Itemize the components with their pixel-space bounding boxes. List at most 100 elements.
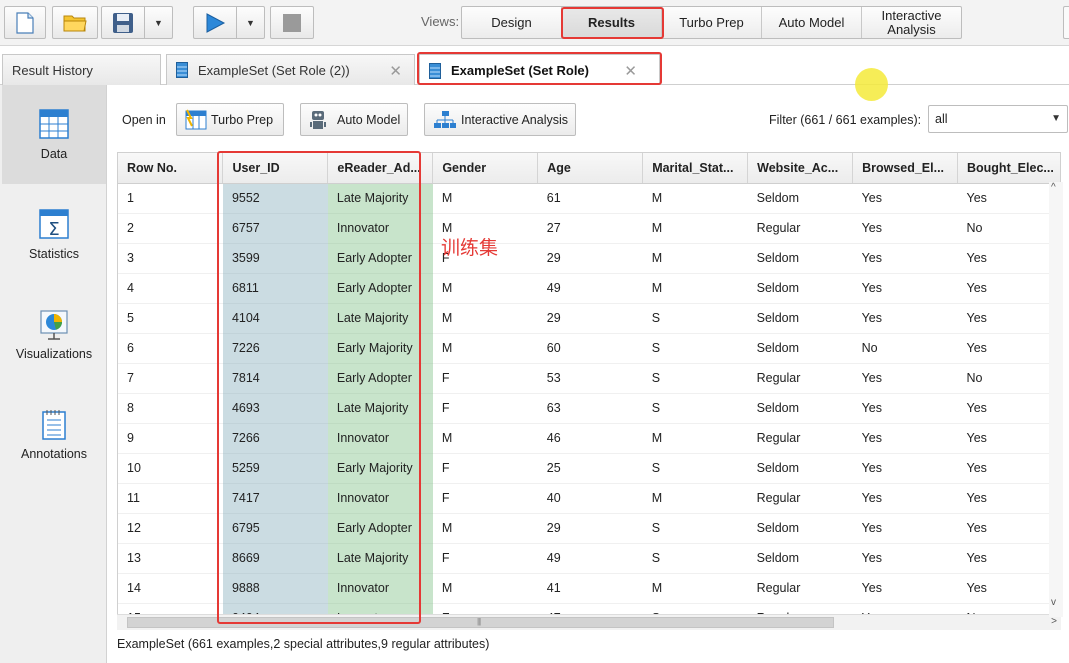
sidebar-item-visualizations[interactable]: Visualizations	[2, 285, 106, 384]
turbo-prep-icon	[185, 109, 207, 129]
table-cell: Yes	[957, 333, 1060, 364]
view-tab-results[interactable]: Results	[562, 7, 662, 38]
table-row[interactable]: 105259Early MajorityF25SSeldomYesYesYes	[118, 453, 1060, 484]
table-cell: Yes	[957, 273, 1060, 304]
table-row[interactable]: 138669Late MajorityF49SSeldomYesYesYes	[118, 543, 1060, 574]
sidebar-item-label: Data	[40, 147, 68, 161]
column-header[interactable]: Website_Ac...	[747, 153, 854, 184]
table-cell: 12	[118, 513, 223, 544]
table-cell: Yes	[852, 393, 958, 424]
tab-result-history[interactable]: Result History	[2, 54, 161, 85]
table-cell: Yes	[852, 573, 958, 604]
table-cell: 4	[118, 273, 223, 304]
table-cell: No	[957, 363, 1060, 394]
table-cell: Seldom	[747, 453, 853, 484]
play-icon	[206, 12, 226, 33]
view-tab-design[interactable]: Design	[462, 7, 562, 38]
run-process-button[interactable]	[193, 6, 237, 39]
views-label: Views:	[421, 14, 460, 29]
open-in-auto-model-button[interactable]: Auto Model	[300, 103, 408, 136]
table-cell: Innovator	[327, 483, 433, 514]
button-label: Auto Model	[337, 112, 401, 127]
table-row[interactable]: 67226Early MajorityM60SSeldomNoYesYes	[118, 333, 1060, 364]
table-cell: Seldom	[747, 513, 853, 544]
table-cell: Early Adopter	[327, 513, 433, 544]
new-process-button[interactable]	[4, 6, 46, 39]
table-cell: Yes	[957, 423, 1060, 454]
scrollbar-thumb[interactable]	[127, 617, 834, 628]
run-options-dropdown[interactable]: ▼	[237, 6, 265, 39]
table-cell: 2	[118, 213, 223, 244]
table-row[interactable]: 117417InnovatorF40MRegularYesYesNo	[118, 483, 1060, 514]
table-row[interactable]: 54104Late MajorityM29SSeldomYesYesYes	[118, 303, 1060, 334]
table-cell: 7226	[222, 333, 328, 364]
table-cell: Early Adopter	[327, 273, 433, 304]
table-row[interactable]: 26757InnovatorM27MRegularYesNoYes	[118, 213, 1060, 244]
table-cell: 8	[118, 393, 223, 424]
view-tab-auto-model[interactable]: Auto Model	[762, 7, 862, 38]
sidebar-item-annotations[interactable]: Annotations	[2, 385, 106, 484]
table-cell: F	[432, 543, 538, 574]
table-cell: Yes	[957, 303, 1060, 334]
table-cell: Late Majority	[327, 183, 433, 214]
horizontal-scrollbar[interactable]: ||| >	[117, 614, 1061, 630]
table-cell: 11	[118, 483, 223, 514]
table-row[interactable]: 46811Early AdopterM49MSeldomYesYesYes	[118, 273, 1060, 304]
column-header[interactable]: eReader_Ad...	[327, 153, 434, 184]
column-header[interactable]: Row No.	[118, 153, 224, 184]
table-cell: S	[642, 513, 748, 544]
table-cell: Yes	[852, 183, 958, 214]
table-row[interactable]: 33599Early AdopterF29MSeldomYesYesYes	[118, 243, 1060, 274]
table-cell: M	[432, 273, 538, 304]
filter-select[interactable]: all ▼	[928, 105, 1068, 133]
view-tab-turbo-prep[interactable]: Turbo Prep	[662, 7, 762, 38]
table-row[interactable]: 149888InnovatorM41MRegularYesYesYes	[118, 573, 1060, 604]
table-row[interactable]: 126795Early AdopterM29SSeldomYesYesYes	[118, 513, 1060, 544]
tab-exampleset-set-role-2[interactable]: ExampleSet (Set Role (2)) ✕	[166, 54, 415, 85]
column-header[interactable]: Gender	[432, 153, 539, 184]
table-cell: Innovator	[327, 423, 433, 454]
table-row[interactable]: 84693Late MajorityF63SSeldomYesYesYes	[118, 393, 1060, 424]
open-in-interactive-analysis-button[interactable]: Interactive Analysis	[424, 103, 576, 136]
tab-exampleset-set-role[interactable]: ExampleSet (Set Role) ✕	[419, 54, 660, 86]
scroll-down-icon[interactable]: v	[1051, 597, 1056, 608]
open-in-turbo-prep-button[interactable]: Turbo Prep	[176, 103, 284, 136]
scroll-right-icon[interactable]: >	[1051, 616, 1057, 627]
table-cell: Regular	[747, 573, 853, 604]
table-cell: 7266	[222, 423, 328, 454]
save-options-dropdown[interactable]: ▼	[145, 6, 173, 39]
vertical-scrollbar[interactable]: ^ v	[1049, 182, 1063, 617]
close-icon[interactable]: ✕	[624, 62, 637, 80]
close-icon[interactable]: ✕	[389, 62, 402, 80]
stop-process-button[interactable]	[270, 6, 314, 39]
sidebar-item-data[interactable]: Data	[2, 85, 106, 184]
toolbar-overflow-control[interactable]	[1063, 6, 1069, 39]
table-cell: Yes	[852, 303, 958, 334]
chevron-down-icon: ▼	[1051, 113, 1061, 124]
result-view-sidebar: Data Σ Statistics Visualizations Annotat…	[0, 85, 107, 663]
column-header[interactable]: Age	[537, 153, 644, 184]
sidebar-item-statistics[interactable]: Σ Statistics	[2, 185, 106, 284]
table-cell: Yes	[852, 363, 958, 394]
table-cell: Yes	[957, 573, 1060, 604]
table-cell: 10	[118, 453, 223, 484]
column-header[interactable]: Marital_Stat...	[642, 153, 749, 184]
table-cell: 7417	[222, 483, 328, 514]
open-process-button[interactable]	[52, 6, 98, 39]
view-tab-interactive-analysis[interactable]: Interactive Analysis	[862, 7, 961, 38]
exampleset-icon	[429, 62, 441, 79]
table-cell: Seldom	[747, 303, 853, 334]
table-cell: 7814	[222, 363, 328, 394]
table-cell: M	[432, 423, 538, 454]
column-header[interactable]: Bought_Elec...	[957, 153, 1060, 184]
column-header[interactable]: User_ID	[222, 153, 329, 184]
column-header[interactable]: Browsed_El...	[852, 153, 958, 184]
scroll-up-icon[interactable]: ^	[1051, 182, 1056, 193]
table-row[interactable]: 97266InnovatorM46MRegularYesYesYes	[118, 423, 1060, 454]
table-row[interactable]: 19552Late MajorityM61MSeldomYesYesYes	[118, 183, 1060, 214]
save-process-button[interactable]	[101, 6, 145, 39]
table-cell: M	[642, 213, 748, 244]
table-row[interactable]: 77814Early AdopterF53SRegularYesNoYes	[118, 363, 1060, 394]
table-cell: 3599	[222, 243, 328, 274]
cursor-highlight-marker	[855, 68, 888, 101]
